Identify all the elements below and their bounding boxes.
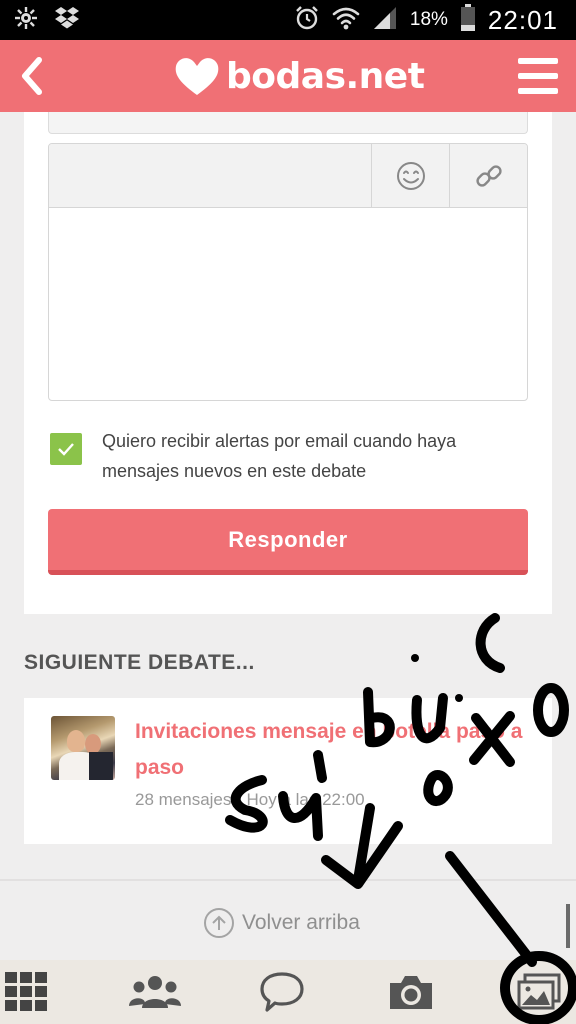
email-alert-label: Quiero recibir alertas por email cuando … xyxy=(102,431,457,481)
signal-icon xyxy=(372,5,398,36)
arrow-up-icon xyxy=(204,908,234,938)
next-debate-meta: 28 mensajes · Hoy a las 22:00 xyxy=(135,790,365,809)
app-header: bodas.net xyxy=(0,40,576,112)
previous-field[interactable] xyxy=(48,112,528,134)
menu-bar xyxy=(518,73,558,79)
nav-chat[interactable] xyxy=(258,960,306,1024)
message-textarea[interactable] xyxy=(49,208,527,400)
logo-text: bodas.net xyxy=(226,55,425,97)
back-button[interactable] xyxy=(10,50,54,102)
back-to-top-label: Volver arriba xyxy=(242,911,360,934)
link-icon xyxy=(475,165,502,187)
next-debate-heading: SIGUIENTE DEBATE... xyxy=(24,651,255,674)
emoji-button[interactable] xyxy=(371,144,449,208)
bottom-nav xyxy=(0,960,576,1024)
status-time: 22:01 xyxy=(487,4,558,35)
status-bar: 18% 22:01 xyxy=(0,0,576,40)
chevron-left-icon xyxy=(22,57,42,95)
menu-bar xyxy=(518,88,558,94)
alarm-icon xyxy=(294,5,320,36)
battery-percent: 18% xyxy=(409,9,448,30)
dropbox-icon xyxy=(54,6,80,35)
message-editor xyxy=(48,143,528,401)
reply-button[interactable]: Responder xyxy=(48,509,528,575)
hamburger-menu-button[interactable] xyxy=(516,54,560,98)
grid-icon xyxy=(5,972,47,1011)
nav-grid[interactable] xyxy=(4,960,48,1024)
editor-toolbar xyxy=(49,144,527,208)
scrollbar[interactable] xyxy=(566,904,570,948)
status-left-icons xyxy=(14,6,80,35)
menu-bar xyxy=(518,58,558,64)
link-button[interactable] xyxy=(449,144,527,208)
camera-icon xyxy=(390,976,432,1009)
emoji-icon xyxy=(396,162,425,190)
nav-photos[interactable] xyxy=(512,960,566,1024)
debate-thumbnail[interactable] xyxy=(51,716,115,780)
photos-icon xyxy=(517,973,561,1010)
next-debate-link[interactable]: Invitaciones mensaje en botella paso a p… xyxy=(135,714,535,786)
back-to-top-link[interactable]: Volver arriba xyxy=(204,906,360,940)
app-logo[interactable]: bodas.net xyxy=(172,48,425,104)
email-alert-checkbox[interactable] xyxy=(50,433,82,465)
heart-icon xyxy=(175,58,219,95)
checkmark-icon xyxy=(58,443,74,456)
status-right: 18% 22:01 xyxy=(294,3,558,37)
reply-card: Quiero recibir alertas por email cuando … xyxy=(24,112,552,614)
settings-icon xyxy=(14,6,38,35)
next-debate-card[interactable]: Invitaciones mensaje en botella paso a p… xyxy=(24,698,552,844)
chat-icon xyxy=(260,972,304,1012)
nav-camera[interactable] xyxy=(386,960,436,1024)
nav-community[interactable] xyxy=(128,960,182,1024)
footer-divider xyxy=(0,879,576,881)
wifi-icon xyxy=(332,5,360,36)
email-alert-option[interactable]: Quiero recibir alertas por email cuando … xyxy=(50,426,520,490)
battery-icon xyxy=(460,3,476,37)
community-icon xyxy=(129,976,181,1008)
